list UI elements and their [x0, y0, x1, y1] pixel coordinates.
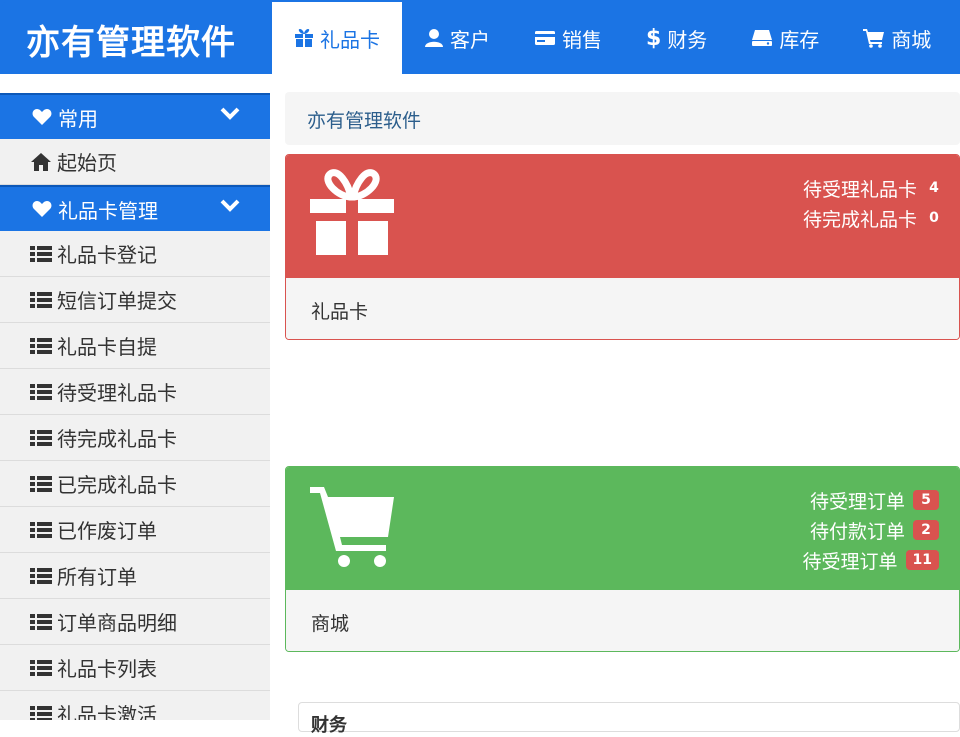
giftcard-stats: 待受理礼品卡 4 待完成礼品卡 0: [803, 173, 939, 233]
mall-panel-heading: 待受理订单 5 待付款订单 2 待受理订单 11: [286, 467, 959, 590]
list-icon: [30, 567, 52, 585]
chevron-down-icon: [220, 107, 240, 121]
stat-label: 待受理订单: [809, 490, 905, 513]
stat-mall-pending[interactable]: 待受理订单 5: [803, 485, 939, 515]
stat-count: 0: [929, 210, 939, 226]
nav-tab-finance[interactable]: $ 财务: [624, 2, 729, 74]
list-icon: [30, 429, 52, 447]
sidebar-item-label: 已完成礼品卡: [57, 473, 177, 497]
list-icon: [30, 245, 52, 263]
giftcard-panel: 待受理礼品卡 4 待完成礼品卡 0 礼品卡: [285, 154, 960, 340]
list-icon: [30, 659, 52, 677]
user-icon: [424, 28, 444, 48]
dollar-icon: $: [646, 25, 662, 51]
main-nav: 礼品卡 客户 销售 $ 财务 库存 商城: [272, 2, 953, 74]
sidebar-item-label: 待受理礼品卡: [57, 381, 177, 405]
stat-giftcard-to-complete[interactable]: 待完成礼品卡 0: [803, 203, 939, 233]
mall-stats: 待受理订单 5 待付款订单 2 待受理订单 11: [802, 485, 939, 575]
mall-panel-footer[interactable]: 商城: [286, 590, 959, 651]
list-icon: [30, 705, 52, 720]
sidebar: 常用 起始页 礼品卡管理 礼品卡登记 短信订单提交 礼品卡自提 待受理礼品卡 待…: [0, 93, 270, 720]
sidebar-item-label: 短信订单提交: [57, 289, 177, 313]
stat-label: 待受理订单: [802, 550, 898, 573]
gift-icon: [308, 169, 396, 261]
main-content: 亦有管理软件 待受理礼品卡 4 待完成礼品卡 0 礼品卡 待受理订单 5 待付款…: [285, 92, 960, 720]
sidebar-item-giftcard-completed[interactable]: 已完成礼品卡: [0, 461, 270, 507]
nav-tab-label: 库存: [779, 27, 820, 52]
sidebar-item-giftcard-pending[interactable]: 待受理礼品卡: [0, 369, 270, 415]
chevron-down-icon: [220, 199, 240, 213]
sidebar-item-order-item-details[interactable]: 订单商品明细: [0, 599, 270, 645]
sidebar-group-label: 礼品卡管理: [58, 198, 158, 223]
nav-tab-inventory[interactable]: 库存: [729, 2, 841, 74]
nav-tab-mall[interactable]: 商城: [841, 2, 953, 74]
panel-footer-label: 商城: [311, 613, 350, 635]
sidebar-item-label: 礼品卡登记: [57, 243, 157, 267]
breadcrumb-link[interactable]: 亦有管理软件: [307, 106, 421, 133]
sidebar-item-label: 礼品卡激活: [57, 703, 157, 720]
sidebar-group-label: 常用: [58, 106, 98, 131]
sidebar-item-label: 待完成礼品卡: [57, 427, 177, 451]
breadcrumb: 亦有管理软件: [285, 92, 960, 145]
panel-footer-label: 礼品卡: [311, 301, 369, 323]
shopping-cart-icon: [863, 28, 885, 48]
sidebar-item-voided-orders[interactable]: 已作废订单: [0, 507, 270, 553]
sidebar-item-giftcard-list[interactable]: 礼品卡列表: [0, 645, 270, 691]
list-icon: [30, 613, 52, 631]
nav-tab-label: 销售: [562, 27, 602, 52]
mall-panel: 待受理订单 5 待付款订单 2 待受理订单 11 商城: [285, 466, 960, 652]
home-icon: [30, 152, 52, 172]
list-icon: [30, 521, 52, 539]
nav-tab-label: 礼品卡: [320, 27, 380, 52]
sidebar-item-giftcard-register[interactable]: 礼品卡登记: [0, 231, 270, 277]
list-icon: [30, 383, 52, 401]
gift-icon: [294, 28, 314, 48]
shopping-cart-icon: [308, 481, 398, 575]
top-navbar: 亦有管理软件 礼品卡 客户 销售 $ 财务 库存 商城: [0, 0, 960, 74]
stat-mall-awaiting-payment[interactable]: 待付款订单 2: [803, 515, 939, 545]
sidebar-item-label: 订单商品明细: [57, 611, 177, 635]
sidebar-item-giftcard-activate[interactable]: 礼品卡激活: [0, 691, 270, 720]
sidebar-item-label: 已作废订单: [57, 519, 157, 543]
sidebar-item-sms-order[interactable]: 短信订单提交: [0, 277, 270, 323]
sidebar-group-common[interactable]: 常用: [0, 93, 270, 139]
sidebar-item-home[interactable]: 起始页: [0, 139, 270, 185]
stat-count-badge: 2: [913, 520, 939, 540]
sidebar-item-label: 礼品卡列表: [57, 657, 157, 681]
list-icon: [30, 475, 52, 493]
nav-tab-label: 财务: [667, 27, 708, 52]
nav-tab-label: 客户: [450, 27, 490, 52]
nav-tab-label: 商城: [891, 27, 932, 52]
sidebar-item-label: 所有订单: [57, 565, 137, 589]
heart-icon: [32, 200, 52, 218]
giftcard-panel-footer[interactable]: 礼品卡: [286, 278, 959, 339]
stat-mall-pending-2[interactable]: 待受理订单 11: [802, 545, 939, 575]
heart-icon: [32, 108, 52, 126]
list-icon: [30, 337, 52, 355]
giftcard-panel-heading: 待受理礼品卡 4 待完成礼品卡 0: [286, 155, 959, 278]
stat-count: 4: [929, 180, 939, 196]
sidebar-item-giftcard-to-complete[interactable]: 待完成礼品卡: [0, 415, 270, 461]
stat-giftcard-pending[interactable]: 待受理礼品卡 4: [803, 173, 939, 203]
nav-tab-sales[interactable]: 销售: [512, 2, 624, 74]
stat-label: 待付款订单: [809, 520, 905, 543]
brand[interactable]: 亦有管理软件: [2, 2, 270, 74]
hdd-icon: [751, 29, 773, 47]
nav-tab-customer[interactable]: 客户: [402, 2, 512, 74]
finance-panel-title: 财务: [311, 715, 347, 736]
stat-count-badge: 11: [905, 550, 939, 570]
sidebar-item-giftcard-pickup[interactable]: 礼品卡自提: [0, 323, 270, 369]
finance-panel: 财务: [298, 702, 960, 736]
list-icon: [30, 291, 52, 309]
sidebar-group-giftcard[interactable]: 礼品卡管理: [0, 185, 270, 231]
stat-count-badge: 5: [913, 490, 939, 510]
stat-label: 待受理礼品卡: [802, 178, 917, 201]
sidebar-item-all-orders[interactable]: 所有订单: [0, 553, 270, 599]
sidebar-item-label: 起始页: [57, 151, 117, 175]
brand-title: 亦有管理软件: [26, 23, 236, 63]
credit-card-icon: [534, 29, 556, 47]
nav-tab-giftcard[interactable]: 礼品卡: [272, 2, 402, 74]
stat-label: 待完成礼品卡: [802, 208, 917, 231]
sidebar-item-label: 礼品卡自提: [57, 335, 157, 359]
